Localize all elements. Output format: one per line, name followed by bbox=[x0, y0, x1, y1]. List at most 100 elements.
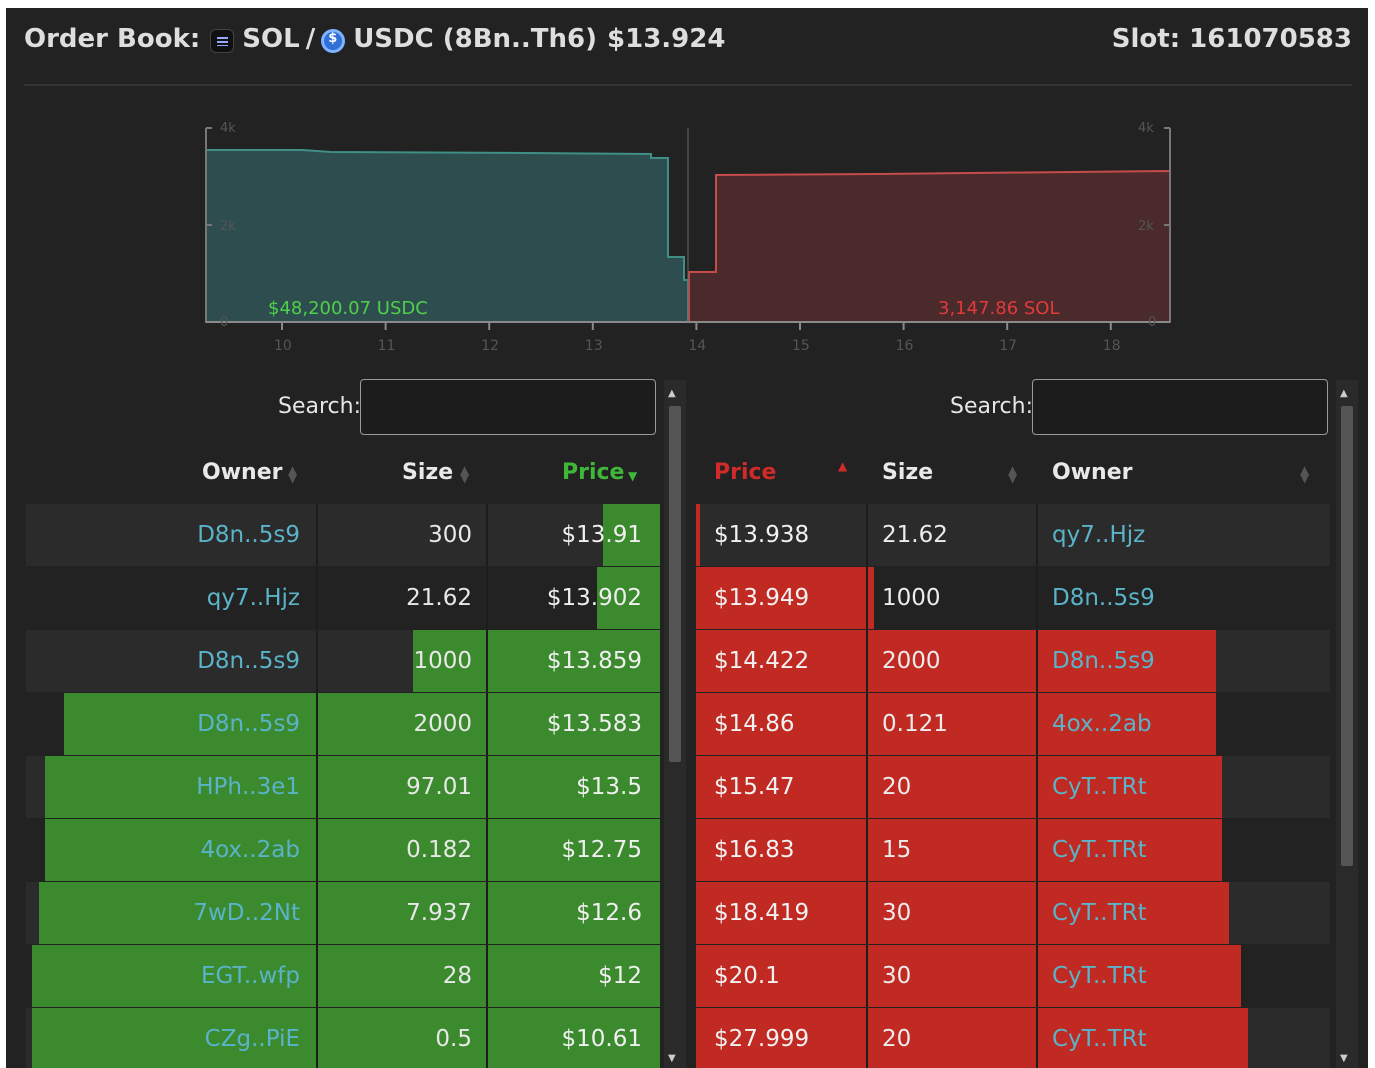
bid-price[interactable]: $12 bbox=[598, 945, 642, 1007]
sort-asc-icon[interactable]: ▲ bbox=[838, 460, 847, 472]
bid-owner[interactable]: D8n..5s9 bbox=[197, 693, 300, 755]
x-tick-label: 16 bbox=[896, 338, 914, 354]
ask-price[interactable]: $13.938 bbox=[714, 504, 809, 566]
pair-separator: / bbox=[305, 24, 316, 54]
sort-icon[interactable]: ▲ ▼ bbox=[288, 464, 297, 484]
ask-row[interactable]: $18.419 30 CyT..TRt bbox=[696, 882, 1330, 944]
y-tick-left-2k: 2k bbox=[220, 219, 236, 234]
x-tick-label: 18 bbox=[1103, 338, 1121, 354]
ask-row[interactable]: $20.1 30 CyT..TRt bbox=[696, 945, 1330, 1007]
scroll-up-icon[interactable]: ▲ bbox=[668, 388, 676, 399]
bid-row[interactable]: CZg..PiE 0.5 $10.61 bbox=[26, 1008, 660, 1068]
quote-label: USDC (8Bn..Th6) bbox=[353, 24, 598, 54]
column-divider bbox=[486, 567, 488, 629]
ask-owner[interactable]: CyT..TRt bbox=[1052, 819, 1147, 881]
ask-owner[interactable]: qy7..Hjz bbox=[1052, 504, 1145, 566]
ask-row[interactable]: $13.938 21.62 qy7..Hjz bbox=[696, 504, 1330, 566]
ask-price[interactable]: $18.419 bbox=[714, 882, 809, 944]
sort-icon[interactable]: ▲ ▼ bbox=[460, 464, 469, 484]
bid-row[interactable]: EGT..wfp 28 $12 bbox=[26, 945, 660, 1007]
bid-size-column-header[interactable]: Size bbox=[402, 460, 453, 485]
ask-owner[interactable]: CyT..TRt bbox=[1052, 945, 1147, 1007]
ask-price[interactable]: $13.949 bbox=[714, 567, 809, 629]
ask-owner[interactable]: CyT..TRt bbox=[1052, 1008, 1147, 1068]
ask-row[interactable]: $15.47 20 CyT..TRt bbox=[696, 756, 1330, 818]
sort-desc-icon[interactable]: ▼ bbox=[628, 470, 637, 482]
bid-row[interactable]: qy7..Hjz 21.62 $13.902 bbox=[26, 567, 660, 629]
column-divider bbox=[486, 504, 488, 566]
bid-row[interactable]: 7wD..2Nt 7.937 $12.6 bbox=[26, 882, 660, 944]
column-divider bbox=[316, 693, 318, 755]
scroll-down-icon[interactable]: ▼ bbox=[1340, 1053, 1348, 1064]
column-divider bbox=[1036, 945, 1038, 1007]
bids-scroll-thumb[interactable] bbox=[669, 406, 681, 762]
scroll-down-icon[interactable]: ▼ bbox=[668, 1053, 676, 1064]
header-divider bbox=[24, 84, 1352, 86]
y-tick-right-4k: 4k bbox=[1138, 121, 1154, 136]
bid-owner[interactable]: 4ox..2ab bbox=[200, 819, 300, 881]
ask-row[interactable]: $14.86 0.121 4ox..2ab bbox=[696, 693, 1330, 755]
ask-owner[interactable]: 4ox..2ab bbox=[1052, 693, 1152, 755]
ask-size-column-header[interactable]: Size bbox=[882, 460, 933, 485]
sort-icon[interactable]: ▲ ▼ bbox=[1300, 464, 1309, 484]
bid-owner[interactable]: EGT..wfp bbox=[201, 945, 300, 1007]
bid-depth-bar bbox=[32, 945, 660, 1007]
ask-price[interactable]: $14.422 bbox=[714, 630, 809, 692]
ask-price[interactable]: $16.83 bbox=[714, 819, 794, 881]
bid-price[interactable]: $13.91 bbox=[562, 504, 642, 566]
ask-owner[interactable]: D8n..5s9 bbox=[1052, 567, 1155, 629]
column-divider bbox=[486, 630, 488, 692]
ask-row[interactable]: $27.999 20 CyT..TRt bbox=[696, 1008, 1330, 1068]
bid-row[interactable]: D8n..5s9 1000 $13.859 bbox=[26, 630, 660, 692]
bid-size: 28 bbox=[442, 963, 472, 989]
sort-icon[interactable]: ▲ ▼ bbox=[1008, 464, 1017, 484]
bid-owner[interactable]: 7wD..2Nt bbox=[193, 882, 300, 944]
bid-price[interactable]: $13.583 bbox=[547, 693, 642, 755]
ask-owner[interactable]: CyT..TRt bbox=[1052, 882, 1147, 944]
bid-price-column-header[interactable]: Price bbox=[562, 460, 624, 485]
bid-owner[interactable]: HPh..3e1 bbox=[196, 756, 300, 818]
ask-owner[interactable]: D8n..5s9 bbox=[1052, 630, 1155, 692]
bid-owner-column-header[interactable]: Owner bbox=[202, 460, 282, 485]
bids-scrollbar[interactable]: ▲ ▼ bbox=[664, 380, 686, 1068]
asks-scroll-thumb[interactable] bbox=[1341, 406, 1353, 866]
ask-row[interactable]: $16.83 15 CyT..TRt bbox=[696, 819, 1330, 881]
bid-owner[interactable]: CZg..PiE bbox=[205, 1008, 300, 1068]
ask-price[interactable]: $20.1 bbox=[714, 945, 780, 1007]
bid-depth-area bbox=[205, 149, 689, 323]
bid-row[interactable]: HPh..3e1 97.01 $13.5 bbox=[26, 756, 660, 818]
ask-search-input[interactable] bbox=[1032, 379, 1328, 435]
bid-row[interactable]: D8n..5s9 2000 $13.583 bbox=[26, 693, 660, 755]
ask-owner[interactable]: CyT..TRt bbox=[1052, 756, 1147, 818]
bid-price[interactable]: $13.859 bbox=[547, 630, 642, 692]
bid-row[interactable]: D8n..5s9 300 $13.91 bbox=[26, 504, 660, 566]
bid-owner[interactable]: D8n..5s9 bbox=[197, 504, 300, 566]
depth-chart: 4k 2k 0 4k 2k 0 10 11 12 13 14 15 16 17 18 $48,2… bbox=[6, 108, 1368, 368]
ask-row[interactable]: $14.422 2000 D8n..5s9 bbox=[696, 630, 1330, 692]
ask-row[interactable]: $13.949 1000 D8n..5s9 bbox=[696, 567, 1330, 629]
ask-price[interactable]: $27.999 bbox=[714, 1008, 809, 1068]
bid-owner[interactable]: D8n..5s9 bbox=[197, 630, 300, 692]
ask-price-column-header[interactable]: Price bbox=[714, 460, 776, 485]
column-divider bbox=[316, 630, 318, 692]
column-divider bbox=[866, 693, 868, 755]
y-tick-right-0: 0 bbox=[1148, 315, 1156, 330]
y-tick-left-0: 0 bbox=[220, 315, 228, 330]
bid-owner[interactable]: qy7..Hjz bbox=[207, 567, 300, 629]
bid-price[interactable]: $13.902 bbox=[547, 567, 642, 629]
asks-scrollbar[interactable]: ▲ ▼ bbox=[1336, 380, 1358, 1068]
bid-price[interactable]: $10.61 bbox=[562, 1008, 642, 1068]
bid-price[interactable]: $12.75 bbox=[562, 819, 642, 881]
title-prefix: Order Book: bbox=[24, 24, 201, 54]
bid-size: 300 bbox=[428, 522, 472, 548]
bid-price[interactable]: $13.5 bbox=[576, 756, 642, 818]
ask-price[interactable]: $14.86 bbox=[714, 693, 794, 755]
bid-search-input[interactable] bbox=[360, 379, 656, 435]
bid-price[interactable]: $12.6 bbox=[576, 882, 642, 944]
bid-row[interactable]: 4ox..2ab 0.182 $12.75 bbox=[26, 819, 660, 881]
ask-size: 30 bbox=[882, 963, 912, 989]
scroll-up-icon[interactable]: ▲ bbox=[1340, 388, 1348, 399]
ask-price[interactable]: $15.47 bbox=[714, 756, 794, 818]
ask-owner-column-header[interactable]: Owner bbox=[1052, 460, 1132, 485]
x-tick-label: 17 bbox=[999, 338, 1017, 354]
